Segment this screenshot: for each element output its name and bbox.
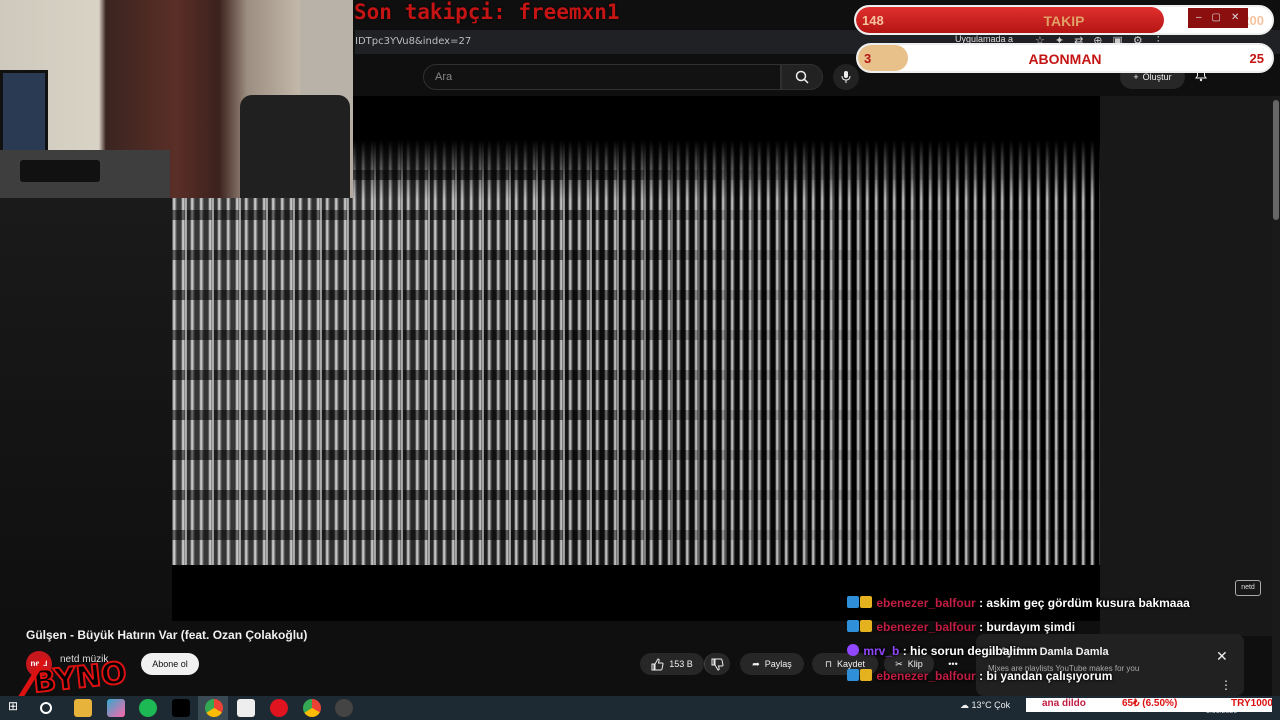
chat-username: ebenezer_balfour (876, 620, 976, 634)
screen: IDTpc3YVu8&index=27 Uygulamada a ☆✦⇄⊕▣⚙⋮… (0, 0, 1280, 720)
search-button[interactable] (781, 64, 823, 90)
plus-icon: + (1133, 72, 1139, 82)
ticker-text-a: ana dildo (1042, 698, 1086, 709)
spotify-icon[interactable] (139, 699, 157, 717)
search-input[interactable]: Ara (423, 64, 781, 90)
search-circle-icon[interactable] (40, 702, 52, 714)
tiktok-icon[interactable] (172, 699, 190, 717)
chat-username: ebenezer_balfour (876, 669, 976, 683)
opera-icon[interactable] (270, 699, 288, 717)
search-placeholder: Ara (435, 71, 453, 83)
chat-message: ebenezer_balfour : askim geç gördüm kusu… (847, 596, 1190, 610)
chat-text: : bi yandan çalışıyorum (979, 669, 1113, 683)
start-icon[interactable]: ⊞ (8, 699, 26, 717)
chat-text: : hic sorun degilbalimm (902, 644, 1038, 658)
like-button[interactable]: 153 B (640, 653, 704, 675)
microphone-icon (841, 71, 851, 83)
thumbs-up-icon (651, 657, 664, 670)
sub-goal-target: 25 (1249, 51, 1264, 66)
last-follower-text: Son takipçi: freemxn1 (354, 0, 620, 24)
chat-badge-icon (860, 596, 872, 608)
obs-icon[interactable] (335, 699, 353, 717)
chat-username: mrv_b (863, 644, 900, 658)
scrollbar-thumb[interactable] (1273, 100, 1279, 220)
window-controls[interactable]: –▢✕ (1188, 8, 1248, 28)
chat-message: mrv_b : hic sorun degilbalimm (847, 644, 1037, 658)
thumbs-down-icon (711, 658, 724, 671)
like-count: 153 B (669, 659, 693, 669)
side-panel (1100, 96, 1272, 636)
chat-badge-icon (847, 669, 859, 681)
chat-text: : askim geç gördüm kusura bakmaaa (979, 596, 1190, 610)
video-frame[interactable] (172, 140, 1100, 565)
share-label: Paylaş (764, 659, 792, 669)
webcam-overlay (0, 0, 353, 198)
copilot-icon[interactable] (107, 699, 125, 717)
sub-goal-label: ABONMAN (1028, 51, 1102, 67)
store-icon[interactable] (237, 699, 255, 717)
chat-text: : burdayım şimdi (979, 620, 1076, 634)
create-label: Oluştur (1142, 72, 1172, 82)
scissors-icon: ✂ (895, 658, 903, 669)
share-button[interactable]: ➦ Paylaş (740, 653, 804, 675)
sub-goal-bar: 3 ABONMAN 25 (856, 43, 1274, 73)
chat-badge-icon (847, 596, 859, 608)
video-title: Gülşen - Büyük Hatırın Var (feat. Ozan Ç… (26, 628, 308, 642)
chat-message: ebenezer_balfour : burdayım şimdi (847, 620, 1075, 634)
save-label: Kaydet (837, 659, 866, 669)
svg-text:BYNO: BYNO (31, 656, 128, 701)
channel-watermark[interactable]: netd (1235, 580, 1261, 596)
ticker-text-c: TRY1000 (1231, 698, 1272, 709)
chrome-profile-icon[interactable] (303, 699, 321, 717)
clip-label: Klip (907, 659, 923, 669)
webcam-keyboard (20, 160, 100, 182)
close-icon[interactable]: ✕ (1216, 648, 1228, 665)
chat-badge-icon (847, 620, 859, 632)
subscribe-button[interactable]: Abone ol (141, 653, 199, 675)
weather-text: 13°C Çok (971, 700, 1011, 710)
donation-ticker: ana dildo 65₺ (6.50%) TRY1000 (1026, 698, 1272, 712)
url-text[interactable]: IDTpc3YVu8&index=27 (355, 36, 471, 47)
dislike-button[interactable] (704, 653, 730, 675)
search-icon (795, 70, 809, 84)
voice-search-button[interactable] (833, 64, 859, 90)
video-rain-visual (172, 140, 1100, 565)
cloud-icon: ☁ (960, 700, 969, 710)
page-scrollbar[interactable] (1272, 96, 1280, 696)
bookmark-icon: ⊓ (824, 658, 832, 669)
ticker-text-b: 65₺ (6.50%) (1122, 698, 1178, 709)
chat-badge-icon (860, 620, 872, 632)
weather-widget[interactable]: ☁ 13°C Çok (960, 700, 1010, 711)
file-explorer-icon[interactable] (74, 699, 92, 717)
chat-username: ebenezer_balfour (876, 596, 976, 610)
chat-badge-icon (847, 644, 859, 656)
player-left-area (0, 198, 172, 623)
share-icon: ➦ (752, 658, 760, 669)
more-vert-icon[interactable]: ⋮ (1220, 678, 1232, 692)
chrome-icon[interactable] (205, 699, 223, 717)
chat-badge-icon (860, 669, 872, 681)
chat-message: ebenezer_balfour : bi yandan çalışıyorum (847, 669, 1112, 683)
webcam-chair (240, 95, 350, 198)
